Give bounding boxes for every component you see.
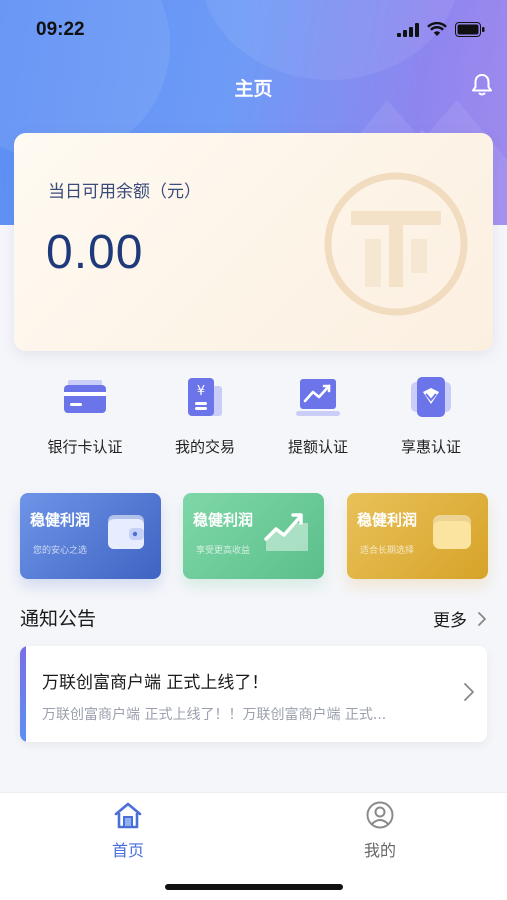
promo-card-steady-profit-3[interactable]: 稳健利润 适合长期选择: [347, 493, 488, 579]
home-indicator: [165, 884, 343, 890]
signal-icon: [397, 22, 419, 37]
promo-subtitle: 您的安心之选: [33, 546, 88, 556]
promo-title: 稳健利润: [193, 511, 254, 529]
notice-headline: 万联创富商户端 正式上线了！: [42, 673, 269, 693]
promo-card-steady-profit-2[interactable]: 稳健利润 享受更高收益: [183, 493, 324, 579]
quick-action-limit-increase[interactable]: 提额认证: [258, 372, 378, 457]
gold-card-icon: [433, 515, 471, 549]
notice-section-header: 通知公告 更多: [20, 604, 487, 632]
quick-action-label: 提额认证: [287, 438, 348, 456]
chevron-right-icon: [478, 611, 486, 626]
balance-label: 当日可用余额（元）: [48, 182, 201, 202]
tab-label: 我的: [363, 841, 396, 860]
balance-card: 当日可用余额（元） 0.00: [14, 133, 493, 351]
status-time: 09:22: [36, 19, 85, 40]
quick-action-discount[interactable]: 享惠认证: [371, 372, 491, 457]
promo-title: 稳健利润: [30, 511, 91, 529]
bank-card-icon: [64, 380, 106, 413]
quick-action-transactions[interactable]: ¥ 我的交易: [145, 372, 265, 457]
balance-value: 0.00: [46, 226, 144, 279]
wifi-icon: [427, 22, 447, 36]
quick-action-label: 银行卡认证: [47, 438, 123, 456]
page-title: 主页: [234, 78, 273, 100]
bell-icon[interactable]: [469, 72, 495, 98]
profile-icon: [366, 801, 394, 829]
notice-summary: 万联创富商户端 正式上线了！！万联创富商户端 正式...: [42, 707, 387, 723]
svg-text:¥: ¥: [197, 384, 205, 399]
brand-watermark-icon: [324, 172, 468, 316]
tab-home[interactable]: 首页: [68, 801, 188, 861]
home-icon: [114, 802, 142, 829]
promo-title: 稳健利润: [357, 511, 418, 529]
promo-subtitle: 适合长期选择: [360, 546, 415, 556]
notice-more-link[interactable]: 更多: [433, 606, 487, 631]
tab-profile[interactable]: 我的: [320, 801, 440, 861]
quick-actions: 银行卡认证 ¥ 我的交易 提额认证 享惠认证: [0, 372, 507, 467]
discount-badge-icon: [411, 377, 451, 417]
notice-accent-bar: [20, 646, 26, 742]
quick-action-bank-card[interactable]: 银行卡认证: [25, 372, 145, 457]
notice-more-label: 更多: [433, 611, 467, 631]
wallet-icon: [108, 515, 144, 549]
status-bar: 09:22: [0, 0, 507, 60]
chart-up-icon: [296, 379, 340, 416]
notice-card[interactable]: 万联创富商户端 正式上线了！ 万联创富商户端 正式上线了！！万联创富商户端 正式…: [20, 646, 487, 742]
transaction-icon: ¥: [188, 378, 222, 416]
promo-subtitle: 享受更高收益: [196, 546, 251, 556]
notice-section-title: 通知公告: [20, 608, 97, 630]
battery-icon: [455, 22, 485, 37]
quick-action-label: 我的交易: [174, 438, 235, 456]
growth-chart-icon: [264, 513, 308, 551]
tab-label: 首页: [111, 841, 144, 860]
promo-card-steady-profit-1[interactable]: 稳健利润 您的安心之选: [20, 493, 161, 579]
chevron-right-icon: [464, 683, 474, 701]
quick-action-label: 享惠认证: [400, 438, 461, 456]
